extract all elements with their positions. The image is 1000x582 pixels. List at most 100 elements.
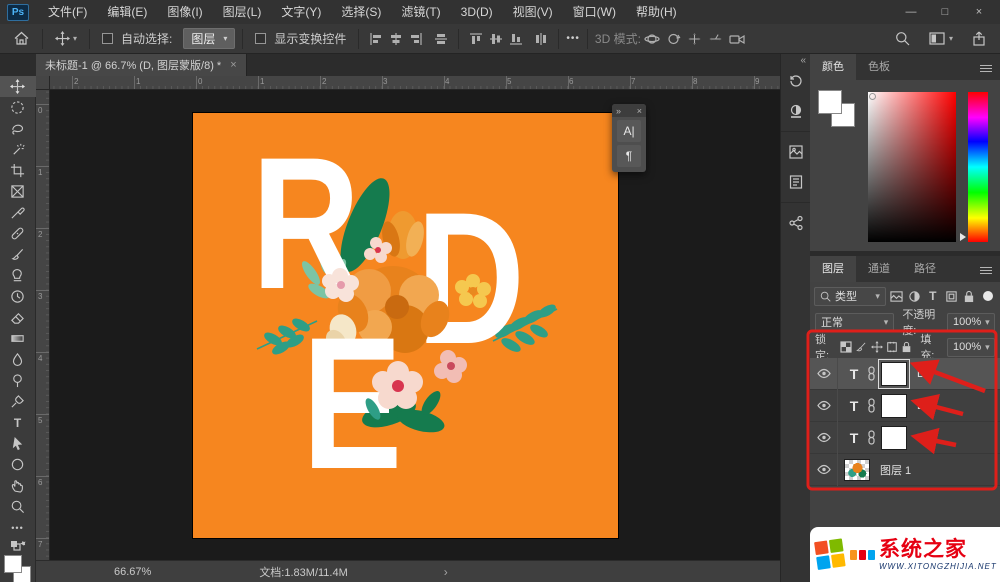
tool-gradient[interactable]	[0, 328, 36, 349]
color-panel-foreground-swatch[interactable]	[818, 90, 842, 114]
3d-orbit-icon[interactable]	[644, 32, 660, 46]
hue-slider[interactable]	[968, 92, 988, 242]
layer-row-r[interactable]: T R	[810, 421, 1000, 454]
visibility-toggle[interactable]	[810, 421, 838, 454]
menu-edit[interactable]: 编辑(E)	[97, 0, 157, 24]
lock-transparent-pixels-icon[interactable]	[839, 338, 854, 356]
align-middle-v-button[interactable]	[489, 32, 503, 46]
filter-smart-objects-icon[interactable]	[961, 287, 977, 305]
menu-window[interactable]: 窗口(W)	[563, 0, 626, 24]
share-nodes-icon[interactable]	[781, 208, 811, 238]
3d-roll-icon[interactable]	[666, 32, 681, 46]
character-panel-button[interactable]: A|	[617, 120, 641, 142]
zoom-level-field[interactable]: 66.67%	[114, 566, 151, 578]
swap-colors-icon[interactable]	[10, 540, 26, 553]
tool-crop[interactable]	[0, 160, 36, 181]
align-center-h-button[interactable]	[389, 32, 403, 46]
history-icon[interactable]	[781, 66, 811, 96]
horizontal-ruler[interactable]: 2 1 0 1 2 3 4 5 6 7 8 9	[50, 76, 780, 90]
tool-zoom[interactable]	[0, 496, 36, 517]
tab-color[interactable]: 颜色	[810, 54, 856, 80]
vertical-ruler[interactable]: 0 1 2 3 4 5 6 7	[36, 90, 50, 560]
tool-hand[interactable]	[0, 475, 36, 496]
paragraph-panel-button[interactable]: ¶	[617, 145, 641, 167]
foreground-background-colors[interactable]	[3, 555, 33, 582]
tool-eraser[interactable]	[0, 307, 36, 328]
tab-swatches[interactable]: 色板	[856, 54, 902, 80]
canvas-workspace[interactable]: 2 1 0 1 2 3 4 5 6 7 8 9 0 1 2 3 4 5 6 7	[36, 76, 780, 560]
tool-path-selection[interactable]	[0, 433, 36, 454]
close-panel-icon[interactable]: ×	[637, 106, 642, 116]
properties-icon[interactable]	[781, 167, 811, 197]
tab-paths[interactable]: 路径	[902, 256, 948, 282]
layer-row-e[interactable]: T E	[810, 389, 1000, 422]
panel-menu-icon[interactable]	[980, 65, 992, 66]
tool-brush[interactable]	[0, 244, 36, 265]
show-transform-checkbox[interactable]: 显示变换控件	[250, 30, 351, 47]
saturation-brightness-field[interactable]	[868, 92, 956, 242]
3d-camera-icon[interactable]	[729, 32, 745, 46]
menu-image[interactable]: 图像(I)	[157, 0, 212, 24]
menu-type[interactable]: 文字(Y)	[271, 0, 331, 24]
auto-select-target-dropdown[interactable]: 图层 ▾	[183, 28, 236, 49]
layer-mask-link-icon[interactable]	[866, 366, 877, 381]
menu-select[interactable]: 选择(S)	[331, 0, 391, 24]
minimize-button[interactable]: —	[894, 0, 928, 24]
lock-all-icon[interactable]	[899, 338, 914, 356]
filter-adjustment-layers-icon[interactable]	[906, 287, 922, 305]
layer-mask-link-icon[interactable]	[866, 430, 877, 445]
lock-image-pixels-icon[interactable]	[854, 338, 869, 356]
auto-select-checkbox[interactable]: 自动选择:	[97, 30, 177, 47]
libraries-icon[interactable]	[781, 137, 811, 167]
foreground-color-swatch[interactable]	[3, 555, 22, 573]
tool-dodge[interactable]	[0, 370, 36, 391]
3d-pan-icon[interactable]	[687, 32, 702, 46]
align-left-button[interactable]	[369, 32, 383, 46]
expand-panel-icon[interactable]: »	[616, 106, 621, 116]
blend-mode-dropdown[interactable]: 正常 ▾	[815, 312, 895, 332]
menu-filter[interactable]: 滤镜(T)	[391, 0, 450, 24]
tab-channels[interactable]: 通道	[856, 256, 902, 282]
edit-toolbar-button[interactable]: •••	[0, 517, 36, 538]
tool-blur[interactable]	[0, 349, 36, 370]
artboard-canvas[interactable]: R D	[193, 113, 618, 538]
align-top-button[interactable]	[469, 32, 483, 46]
close-tab-icon[interactable]: ×	[230, 59, 236, 71]
distribute-v-button[interactable]	[534, 32, 548, 46]
filter-shape-layers-icon[interactable]	[943, 287, 959, 305]
layer-name[interactable]: R	[917, 432, 925, 444]
layer-row-d[interactable]: T D	[810, 357, 1000, 390]
tool-frame[interactable]	[0, 181, 36, 202]
visibility-toggle[interactable]	[810, 357, 838, 390]
layer-name[interactable]: E	[917, 400, 924, 412]
color-picker-marker[interactable]	[869, 93, 876, 100]
close-button[interactable]: ×	[962, 0, 996, 24]
status-options-chevron-icon[interactable]: ›	[444, 565, 448, 579]
move-tool-preset[interactable]: ▾	[50, 31, 82, 46]
opacity-dropdown[interactable]: 100% ▾	[947, 312, 995, 332]
home-button[interactable]	[8, 31, 35, 46]
menu-file[interactable]: 文件(F)	[38, 0, 97, 24]
3d-slide-icon[interactable]	[708, 32, 723, 46]
filter-toggle[interactable]	[980, 287, 996, 305]
layer-mask-thumbnail[interactable]	[881, 393, 907, 418]
layer-mask-thumbnail[interactable]	[878, 358, 910, 389]
filter-pixel-layers-icon[interactable]	[888, 287, 904, 305]
share-icon[interactable]	[972, 31, 986, 46]
tool-clone-stamp[interactable]	[0, 265, 36, 286]
tool-move[interactable]	[0, 76, 36, 97]
tool-spot-healing[interactable]	[0, 223, 36, 244]
align-right-button[interactable]	[409, 32, 423, 46]
tool-eyedropper[interactable]	[0, 202, 36, 223]
tool-lasso[interactable]	[0, 118, 36, 139]
tool-pen[interactable]	[0, 391, 36, 412]
lock-position-icon[interactable]	[869, 338, 884, 356]
panel-menu-icon[interactable]	[980, 267, 992, 268]
menu-layer[interactable]: 图层(L)	[213, 0, 272, 24]
visibility-toggle[interactable]	[810, 453, 838, 486]
layer-name[interactable]: D	[917, 368, 925, 380]
layer-row-layer1[interactable]: 图层 1	[810, 453, 1000, 486]
filter-type-layers-icon[interactable]: T	[925, 287, 941, 305]
hue-slider-handle[interactable]	[960, 233, 966, 241]
layer-name[interactable]: 图层 1	[880, 462, 911, 478]
